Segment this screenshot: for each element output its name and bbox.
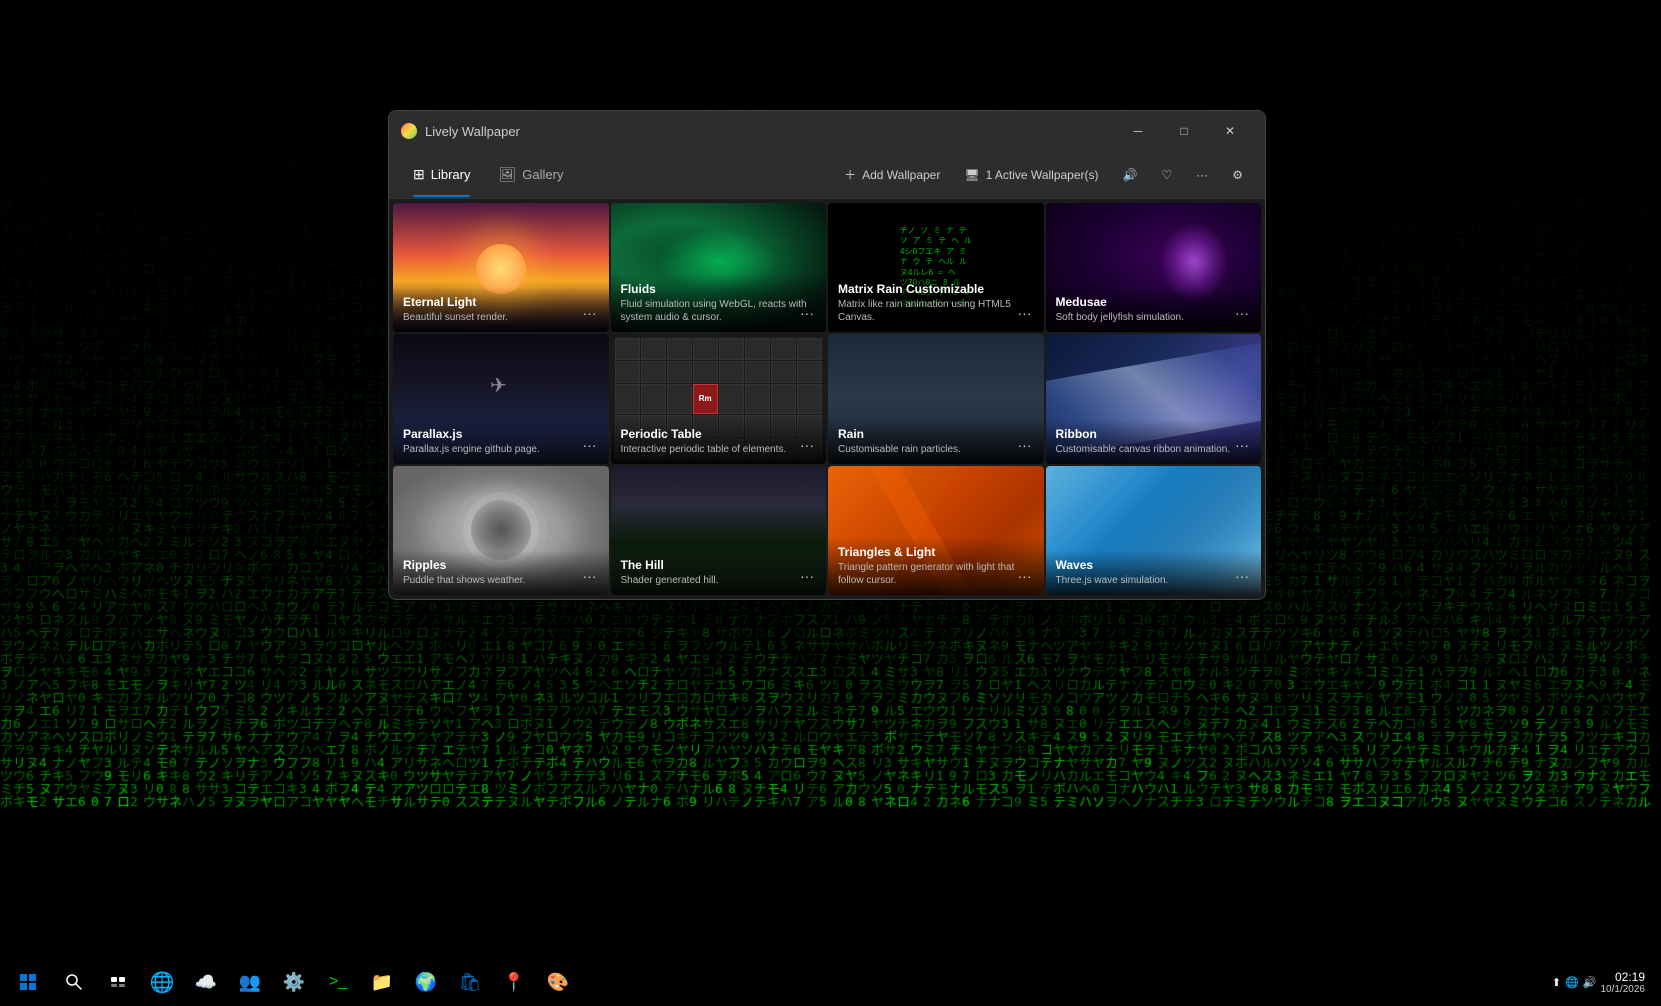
card-desc: Matrix like rain animation using HTML5 C…: [838, 298, 1034, 324]
card-title: The Hill: [621, 558, 817, 572]
settings-button[interactable]: ⚙: [1222, 162, 1253, 188]
plus-icon: ＋: [844, 166, 856, 183]
card-title: Waves: [1056, 558, 1252, 572]
maps-button[interactable]: 📍: [494, 962, 534, 1002]
more-button[interactable]: ···: [1186, 162, 1218, 188]
card-title: Triangles & Light: [838, 545, 1034, 559]
chrome-button[interactable]: 🌍: [406, 962, 446, 1002]
tab-gallery-label: Gallery: [522, 167, 563, 182]
card-desc: Beautiful sunset render.: [403, 311, 599, 324]
card-waves[interactable]: Waves Three.js wave simulation. ···: [1046, 466, 1262, 595]
favorites-button[interactable]: ♡: [1151, 162, 1182, 188]
nav-tabs: ⊞ Library 🖼 Gallery: [401, 160, 834, 189]
card-title: Rain: [838, 427, 1034, 441]
color-button[interactable]: 🎨: [538, 962, 578, 1002]
wallpaper-grid: Eternal Light Beautiful sunset render. ·…: [389, 199, 1265, 599]
library-icon: ⊞: [413, 166, 425, 183]
network-icon[interactable]: 🌐: [1565, 976, 1579, 989]
card-title: Fluids: [621, 282, 817, 296]
tray-icon[interactable]: ⬆: [1552, 976, 1561, 989]
add-wallpaper-label: Add Wallpaper: [862, 168, 940, 182]
app-icon: [401, 123, 417, 139]
teams-button[interactable]: 👥: [230, 962, 270, 1002]
card-title: Parallax.js: [403, 427, 599, 441]
card-desc: Soft body jellyfish simulation.: [1056, 311, 1252, 324]
minimize-button[interactable]: ─: [1115, 115, 1161, 147]
store-button[interactable]: 🛍: [450, 962, 490, 1002]
taskbar: 🌐 ☁️ 👥 ⚙️ >_ 📁 🌍 🛍 📍 🎨 ⬆ 🌐 🔊 02:19 10/1/…: [0, 958, 1661, 1006]
active-wallpaper-button[interactable]: 🖥 1 Active Wallpaper(s): [954, 162, 1108, 188]
tab-library-label: Library: [431, 167, 471, 182]
taskview-button[interactable]: [98, 962, 138, 1002]
active-wallpaper-label: 1 Active Wallpaper(s): [986, 168, 1099, 182]
card-title: Matrix Rain Customizable: [838, 282, 1034, 296]
title-bar: Lively Wallpaper ─ □ ✕: [389, 111, 1265, 151]
clock[interactable]: 02:19 10/1/2026: [1601, 970, 1646, 995]
settings-taskbar-button[interactable]: ⚙️: [274, 962, 314, 1002]
taskbar-tray: ⬆ 🌐 🔊 02:19 10/1/2026: [1552, 970, 1653, 995]
card-title: Periodic Table: [621, 427, 817, 441]
card-rain[interactable]: Rain Customisable rain particles. ···: [828, 334, 1044, 463]
start-button[interactable]: [8, 962, 48, 1002]
card-the-hill[interactable]: The Hill Shader generated hill. ···: [611, 466, 827, 595]
card-menu-button[interactable]: ···: [579, 434, 601, 456]
close-button[interactable]: ✕: [1207, 115, 1253, 147]
card-menu-button[interactable]: ···: [1231, 565, 1253, 587]
card-desc: Fluid simulation using WebGL, reacts wit…: [621, 298, 817, 324]
card-menu-button[interactable]: ···: [579, 565, 601, 587]
add-wallpaper-button[interactable]: ＋ Add Wallpaper: [834, 160, 950, 189]
card-desc: Three.js wave simulation.: [1056, 574, 1252, 587]
card-menu-button[interactable]: ···: [1231, 434, 1253, 456]
card-menu-button[interactable]: ···: [796, 565, 818, 587]
card-desc: Customisable canvas ribbon animation.: [1056, 443, 1252, 456]
card-ribbon[interactable]: Ribbon Customisable canvas ribbon animat…: [1046, 334, 1262, 463]
more-icon: ···: [1196, 168, 1208, 182]
tab-gallery[interactable]: 🖼 Gallery: [486, 160, 575, 189]
speaker-icon[interactable]: 🔊: [1583, 976, 1597, 989]
terminal-button[interactable]: >_: [318, 962, 358, 1002]
card-title: Ribbon: [1056, 427, 1252, 441]
card-menu-button[interactable]: ···: [579, 302, 601, 324]
volume-icon: 🔊: [1123, 168, 1138, 182]
card-desc: Shader generated hill.: [621, 574, 817, 587]
settings-icon: ⚙: [1232, 168, 1243, 182]
card-menu-button[interactable]: ···: [1014, 565, 1036, 587]
app-window: Lively Wallpaper ─ □ ✕ ⊞ Library 🖼 Galle…: [388, 110, 1266, 600]
card-menu-button[interactable]: ···: [1231, 302, 1253, 324]
card-menu-button[interactable]: ···: [796, 302, 818, 324]
card-desc: Parallax.js engine github page.: [403, 443, 599, 456]
card-menu-button[interactable]: ···: [796, 434, 818, 456]
card-triangles-light[interactable]: Triangles & Light Triangle pattern gener…: [828, 466, 1044, 595]
window-controls: ─ □ ✕: [1115, 115, 1253, 147]
nav-bar: ⊞ Library 🖼 Gallery ＋ Add Wallpaper 🖥 1 …: [389, 151, 1265, 199]
weather-button[interactable]: ☁️: [186, 962, 226, 1002]
card-desc: Triangle pattern generator with light th…: [838, 561, 1034, 587]
card-medusae[interactable]: Medusae Soft body jellyfish simulation. …: [1046, 203, 1262, 332]
card-fluids[interactable]: Fluids Fluid simulation using WebGL, rea…: [611, 203, 827, 332]
card-matrix-rain[interactable]: チノ ソ ミ ナ テソ ア ミ テ ヘ ル4シ0フエキ ア ミナ ウ テ ヘル …: [828, 203, 1044, 332]
card-desc: Puddle that shows weather.: [403, 574, 599, 587]
volume-button[interactable]: 🔊: [1113, 162, 1148, 188]
window-title: Lively Wallpaper: [425, 124, 1115, 139]
card-title: Medusae: [1056, 295, 1252, 309]
card-title: Ripples: [403, 558, 599, 572]
card-desc: Customisable rain particles.: [838, 443, 1034, 456]
nav-actions: ＋ Add Wallpaper 🖥 1 Active Wallpaper(s) …: [834, 160, 1253, 189]
card-eternal-light[interactable]: Eternal Light Beautiful sunset render. ·…: [393, 203, 609, 332]
card-parallax[interactable]: Parallax.js Parallax.js engine github pa…: [393, 334, 609, 463]
explorer-button[interactable]: 📁: [362, 962, 402, 1002]
card-menu-button[interactable]: ···: [1014, 434, 1036, 456]
heart-icon: ♡: [1161, 168, 1172, 182]
tab-library[interactable]: ⊞ Library: [401, 160, 482, 189]
monitor-icon: 🖥: [964, 168, 979, 182]
maximize-button[interactable]: □: [1161, 115, 1207, 147]
card-ripples[interactable]: Ripples Puddle that shows weather. ···: [393, 466, 609, 595]
gallery-icon: 🖼: [498, 166, 516, 183]
card-title: Eternal Light: [403, 295, 599, 309]
search-button[interactable]: [54, 962, 94, 1002]
card-desc: Interactive periodic table of elements.: [621, 443, 817, 456]
edge-button[interactable]: 🌐: [142, 962, 182, 1002]
card-periodic-table[interactable]: Rm Periodic Table Interactive periodic t…: [611, 334, 827, 463]
card-menu-button[interactable]: ···: [1014, 302, 1036, 324]
